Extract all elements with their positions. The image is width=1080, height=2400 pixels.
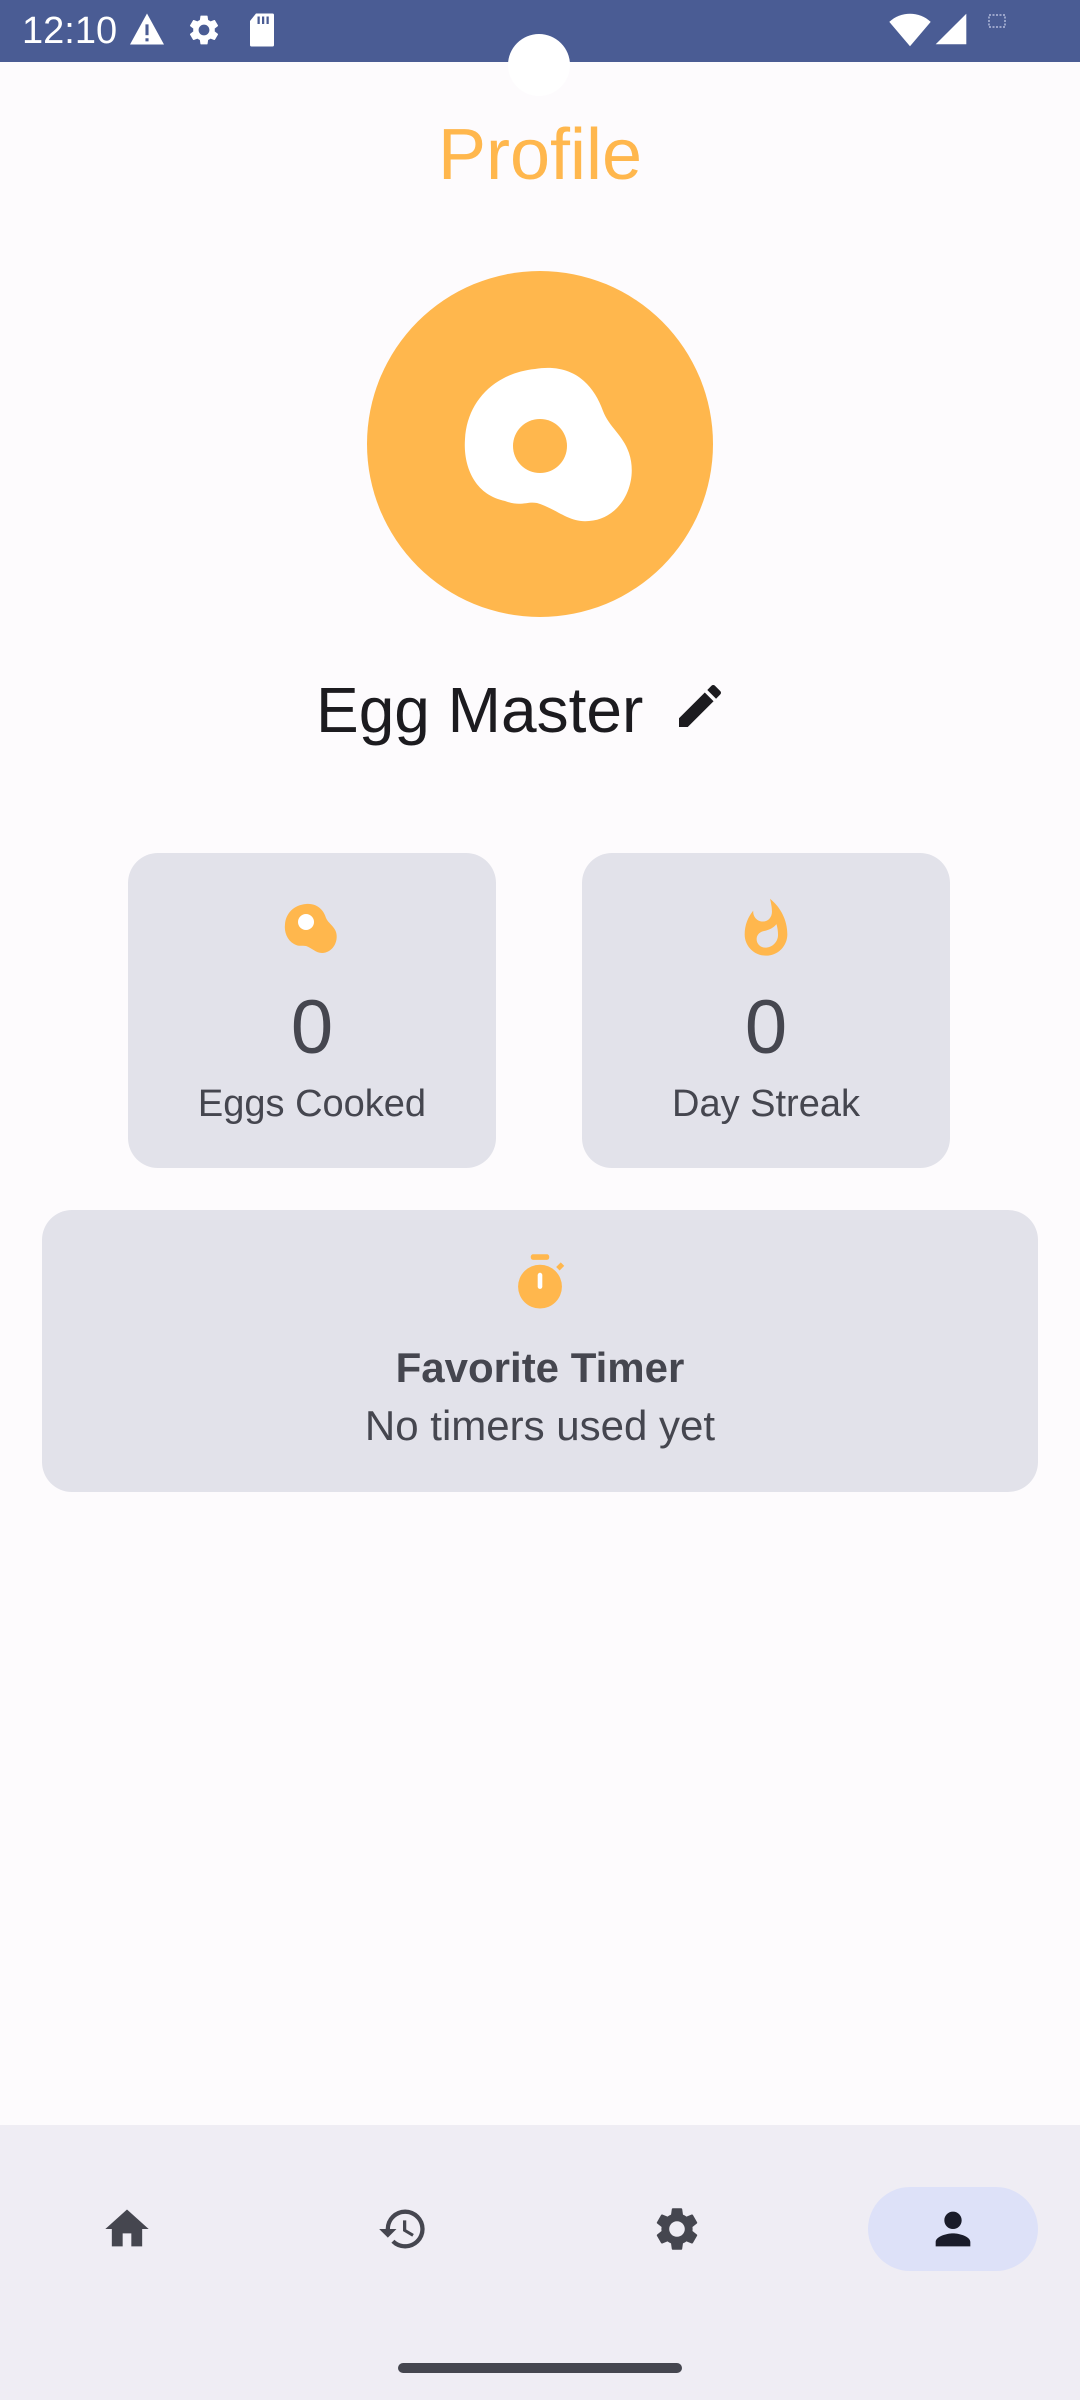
favorite-timer-card: Favorite Timer No timers used yet — [42, 1210, 1038, 1492]
fried-egg-icon — [464, 367, 632, 522]
bottom-navigation — [0, 2125, 1080, 2400]
battery-icon — [988, 14, 1006, 28]
nav-history[interactable] — [318, 2187, 488, 2271]
eggs-cooked-card: 0 Eggs Cooked — [128, 853, 496, 1168]
nav-profile[interactable] — [868, 2187, 1038, 2271]
eggs-cooked-label: Eggs Cooked — [197, 1083, 427, 1125]
nav-settings[interactable] — [592, 2187, 762, 2271]
page-title: Profile — [437, 115, 643, 195]
profile-name: Egg Master — [316, 674, 644, 746]
settings-icon — [656, 2208, 698, 2250]
signal-icon — [935, 13, 967, 45]
alert-icon — [130, 13, 164, 45]
egg-icon — [284, 903, 337, 953]
sd-card-icon — [250, 13, 274, 47]
camera-cutout — [508, 34, 570, 96]
favorite-timer-subtitle: No timers used yet — [364, 1402, 716, 1449]
person-icon — [935, 2211, 971, 2247]
day-streak-card: 0 Day Streak — [582, 853, 950, 1168]
eggs-cooked-value: 0 — [290, 985, 334, 1070]
wifi-icon — [889, 13, 931, 47]
avatar — [367, 271, 713, 617]
home-icon — [105, 2209, 149, 2247]
stopwatch-icon — [518, 1254, 565, 1309]
day-streak-value: 0 — [744, 985, 788, 1070]
nav-home[interactable] — [42, 2187, 212, 2271]
gear-icon — [189, 15, 219, 45]
pencil-icon[interactable] — [672, 678, 728, 734]
profile-name-row: Egg Master — [0, 670, 1080, 750]
history-icon — [379, 2209, 425, 2249]
day-streak-label: Day Streak — [672, 1083, 860, 1125]
favorite-timer-title: Favorite Timer — [395, 1344, 685, 1391]
flame-icon — [744, 898, 788, 956]
status-time: 12:10 — [22, 10, 118, 52]
gesture-home-indicator[interactable] — [398, 2363, 682, 2373]
